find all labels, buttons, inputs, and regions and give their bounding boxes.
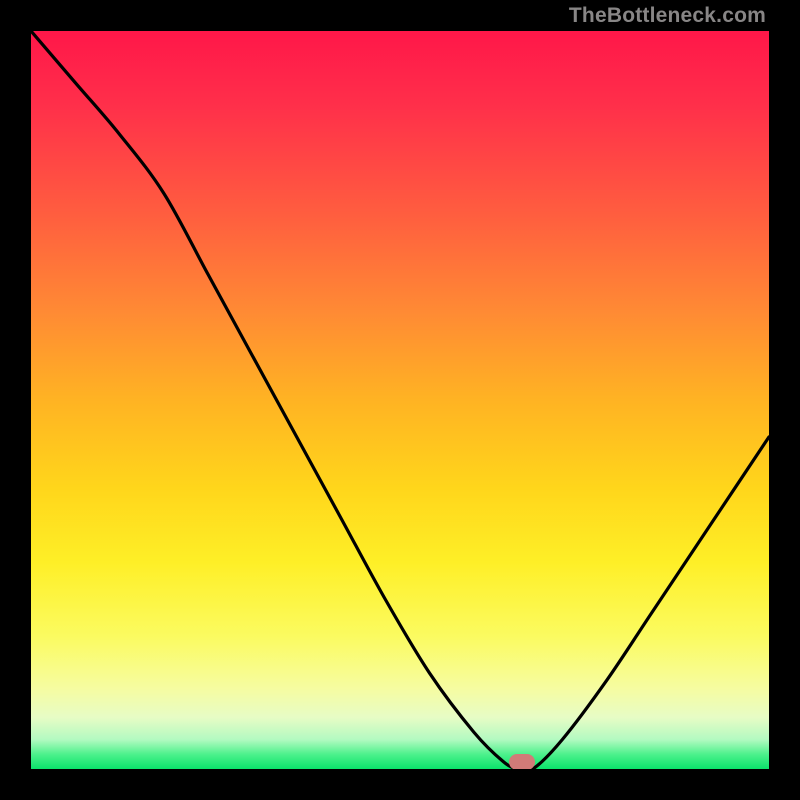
bottleneck-curve [31,31,769,769]
watermark-text: TheBottleneck.com [569,4,766,28]
plot-area [31,31,769,769]
chart-frame: TheBottleneck.com [0,0,800,800]
optimal-marker [509,754,535,769]
